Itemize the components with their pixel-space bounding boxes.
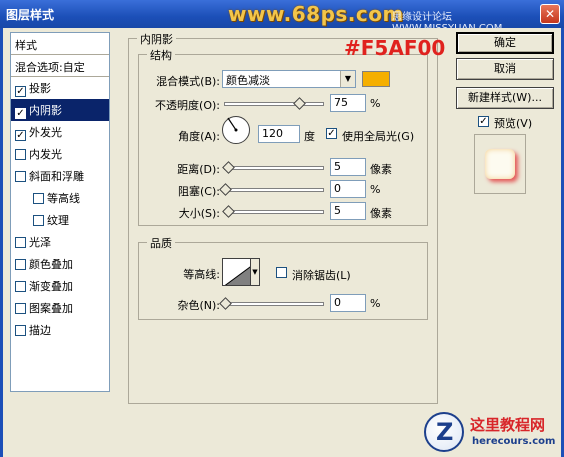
ok-button[interactable]: 确定 [456,32,554,54]
preview-checkbox[interactable]: ✓ [478,116,489,127]
style-item-label: 描边 [29,324,51,337]
style-item-label: 斜面和浮雕 [29,170,84,183]
style-item[interactable]: 光泽 [11,231,109,253]
style-item-label: 光泽 [29,236,51,249]
distance-label: 距离(D): [177,163,220,176]
style-item-label: 纹理 [47,214,69,227]
choke-label: 阻塞(C): [178,185,220,198]
style-item[interactable]: 等高线 [11,187,109,209]
style-item-label: 渐变叠加 [29,280,73,293]
close-button[interactable]: ✕ [540,4,560,24]
contour-dropdown-button[interactable]: ▼ [250,258,260,286]
style-item-label: 等高线 [47,192,80,205]
cancel-button[interactable]: 取消 [456,58,554,80]
close-icon: ✕ [544,7,556,21]
style-item-checkbox[interactable] [15,281,26,292]
style-item[interactable]: 图案叠加 [11,297,109,319]
antialias-checkbox[interactable] [276,267,287,278]
chevron-down-icon: ▼ [340,71,355,87]
style-item[interactable]: 渐变叠加 [11,275,109,297]
preview-thumbnail [474,134,526,194]
noise-input[interactable]: 0 [330,294,366,312]
noise-unit: % [370,297,381,310]
title-bar: 图层样式 www.68ps.com 思缘设计论坛 WWW.MISSYUAN.CO… [0,0,564,34]
style-item-checkbox[interactable]: ✓ [15,108,26,119]
chevron-down-icon: ▼ [252,268,258,276]
inner-shadow-title: 内阴影 [137,31,176,47]
distance-slider[interactable] [222,161,324,174]
choke-unit: % [370,183,381,196]
style-item[interactable]: 颜色叠加 [11,253,109,275]
style-item-label: 内发光 [29,148,62,161]
style-item-label: 颜色叠加 [29,258,73,271]
site-logo: Z 这里教程网 herecours.com [420,408,560,456]
size-unit: 像素 [370,207,392,220]
style-item-label: 图案叠加 [29,302,73,315]
style-item[interactable]: 纹理 [11,209,109,231]
color-annotation: #F5AF00 [344,36,446,60]
style-list: 样式 混合选项:自定 ✓ 投影 ✓ 内阴影 ✓ 外发光 内发光 斜面和浮雕 等高线 纹理 光泽 颜色叠… [10,32,110,392]
style-item[interactable]: ✓ 投影 [11,77,109,99]
style-item-checkbox[interactable] [15,325,26,336]
angle-label: 角度(A): [178,130,220,143]
opacity-slider[interactable] [224,97,324,110]
style-item-checkbox[interactable]: ✓ [15,130,26,141]
shadow-color-swatch[interactable] [362,71,390,87]
opacity-input[interactable]: 75 [330,94,366,112]
style-item[interactable]: ✓ 内阴影 [11,99,109,121]
window-title: 图层样式 [6,8,55,22]
logo-emblem: Z [424,412,464,452]
distance-unit: 像素 [370,163,392,176]
choke-input[interactable]: 0 [330,180,366,198]
preview-swatch [485,149,515,179]
style-item-checkbox[interactable] [33,193,44,204]
style-item-checkbox[interactable] [15,171,26,182]
style-item-checkbox[interactable]: ✓ [15,86,26,97]
blend-mode-select[interactable]: 颜色减淡 ▼ [222,70,356,88]
blend-mode-label: 混合模式(B): [156,75,220,88]
global-light-label: 使用全局光(G) [342,130,415,143]
size-label: 大小(S): [178,207,220,220]
angle-unit: 度 [304,130,315,143]
size-input[interactable]: 5 [330,202,366,220]
logo-en-text: herecours.com [472,436,556,447]
opacity-label: 不透明度(O): [155,99,220,112]
style-item-checkbox[interactable] [33,215,44,226]
style-item-checkbox[interactable] [15,237,26,248]
preview-label: 预览(V) [494,117,533,130]
style-item[interactable]: 内发光 [11,143,109,165]
style-item-label: 外发光 [29,126,62,139]
style-item[interactable]: 斜面和浮雕 [11,165,109,187]
angle-input[interactable]: 120 [258,125,300,143]
style-item-checkbox[interactable] [15,259,26,270]
style-list-header[interactable]: 样式 [11,33,109,55]
style-item[interactable]: ✓ 外发光 [11,121,109,143]
distance-input[interactable]: 5 [330,158,366,176]
structure-title: 结构 [147,47,175,63]
watermark-text: www.68ps.com [228,2,404,26]
contour-label: 等高线: [183,268,220,281]
antialias-label: 消除锯齿(L) [292,269,351,282]
logo-letter: Z [436,418,454,446]
style-item-checkbox[interactable] [15,149,26,160]
blend-options-item[interactable]: 混合选项:自定 [11,55,109,77]
style-item-checkbox[interactable] [15,303,26,314]
quality-title: 品质 [147,235,175,251]
style-item-label: 内阴影 [29,104,62,117]
angle-dial[interactable] [222,116,250,144]
noise-label: 杂色(N): [177,299,220,312]
blend-mode-value: 颜色减淡 [226,74,270,87]
angle-dial-needle [227,117,238,132]
size-slider[interactable] [222,205,324,218]
style-item[interactable]: 描边 [11,319,109,341]
logo-cn-text: 这里教程网 [470,416,546,434]
global-light-checkbox[interactable]: ✓ [326,128,337,139]
choke-slider[interactable] [219,183,324,196]
opacity-unit: % [370,97,381,110]
noise-slider[interactable] [219,297,324,310]
style-item-label: 投影 [29,82,51,95]
new-style-button[interactable]: 新建样式(W)... [456,87,554,109]
